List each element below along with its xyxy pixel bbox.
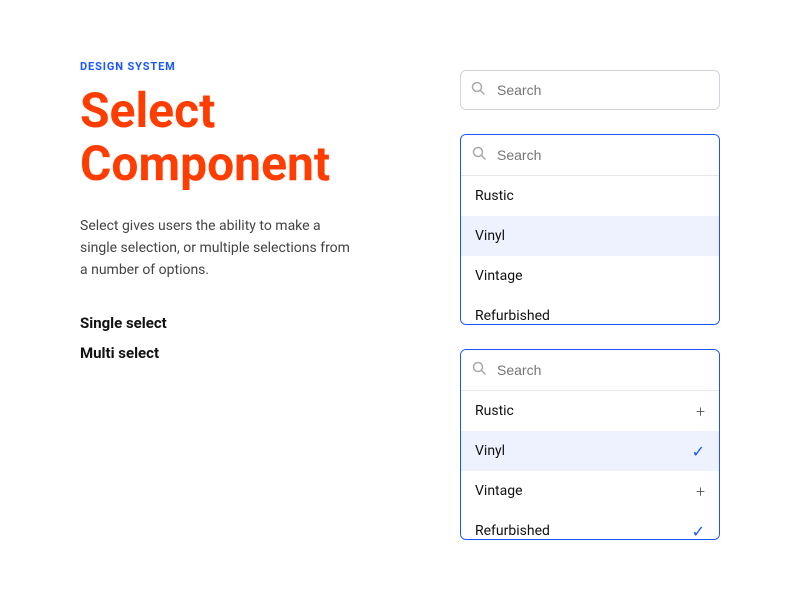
multi-select-item-label: Refurbished [475,523,550,539]
multi-select-search-input[interactable] [461,350,719,390]
single-select-item-vintage[interactable]: Vintage [461,256,719,296]
plus-icon: + [696,482,705,501]
single-select-item-refurbished[interactable]: Refurbished [461,296,719,325]
plus-icon: + [696,402,705,421]
left-panel: Design System Select Component Select gi… [80,60,460,540]
single-select-heading: Single select [80,314,420,332]
single-select-item-label: Rustic [475,188,514,204]
multi-select-heading: Multi select [80,344,420,362]
check-icon: ✓ [692,522,705,541]
single-select-list: RusticVinylVintageRefurbishedAntique [461,176,719,325]
description-text: Select gives users the ability to make a… [80,215,360,282]
single-select-search-input[interactable] [461,135,719,175]
multi-select-item-rustic[interactable]: Rustic + [461,391,719,431]
single-select-item-vinyl[interactable]: Vinyl [461,216,719,256]
multi-select-search-wrapper [461,350,719,391]
single-select-search-wrapper [461,135,719,176]
single-select-item-label: Refurbished [475,308,550,324]
multi-select-item-vinyl[interactable]: Vinyl ✓ [461,431,719,471]
multi-select-item-vintage[interactable]: Vintage + [461,471,719,511]
multi-select-list: Rustic+Vinyl✓Vintage+Refurbished✓Antique… [461,391,719,540]
check-icon: ✓ [692,442,705,461]
multi-select-dropdown: Rustic+Vinyl✓Vintage+Refurbished✓Antique… [460,349,720,540]
single-select-dropdown: RusticVinylVintageRefurbishedAntique [460,134,720,325]
multi-select-item-label: Rustic [475,403,514,419]
page-title: Select Component [80,85,420,191]
single-select-item-rustic[interactable]: Rustic [461,176,719,216]
closed-search-input[interactable] [460,70,720,110]
multi-select-item-label: Vintage [475,483,523,499]
multi-select-item-refurbished[interactable]: Refurbished ✓ [461,511,719,540]
single-select-item-label: Vintage [475,268,523,284]
title-line2: Component [80,135,330,192]
right-panel: RusticVinylVintageRefurbishedAntique Rus… [460,60,720,540]
multi-select-item-label: Vinyl [475,443,505,459]
single-select-item-label: Vinyl [475,228,505,244]
closed-search-container [460,70,720,110]
design-system-label: Design System [80,60,420,73]
title-line1: Select [80,82,215,139]
